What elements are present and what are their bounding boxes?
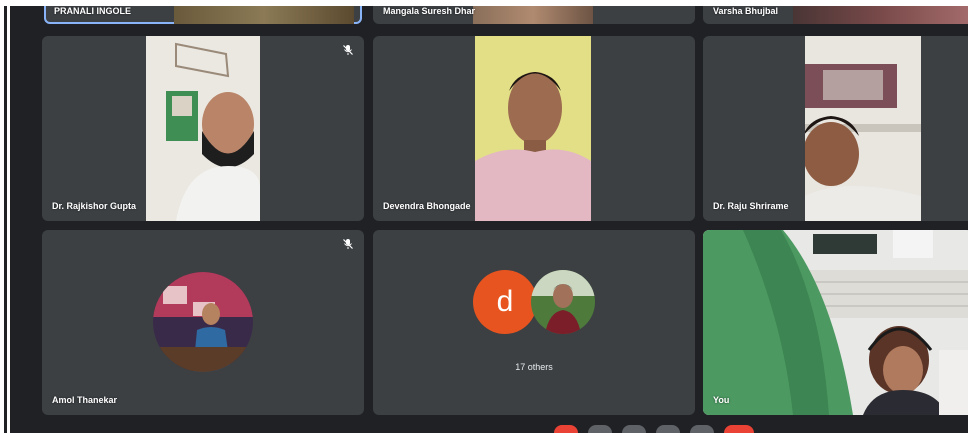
participant-tile-raju[interactable]: Dr. Raju Shrirame [703,36,968,221]
participant-tile-varsha[interactable]: Varsha Bhujbal [703,6,968,24]
control-button[interactable] [554,425,578,433]
screenshot-frame: PRANALI INGOLE Mangala Suresh Dhar Varsh… [0,0,974,433]
participant-video-frame [146,36,260,221]
participant-name: Amol Thanekar [52,395,118,405]
participant-name: Devendra Bhongade [383,201,471,211]
participant-video [146,36,260,221]
participant-name: Dr. Rajkishor Gupta [52,201,137,211]
self-view-tile[interactable]: You [703,230,968,415]
control-button[interactable] [656,425,680,433]
self-video-frame [703,230,968,415]
participant-tile-rajkishor[interactable]: Dr. Rajkishor Gupta [42,36,364,221]
participant-name: Mangala Suresh Dhar [383,6,476,16]
participant-avatar [531,270,595,334]
participant-video-frame [475,36,591,221]
participant-name: PRANALI INGOLE [54,6,132,16]
avatar-photo [153,272,253,372]
window-edge [4,6,7,433]
others-tile[interactable]: d 17 others [373,230,695,415]
participant-name: You [713,395,730,405]
avatar-letter: d [473,270,537,334]
participant-tile-pranali[interactable]: PRANALI INGOLE [44,6,362,24]
mic-off-icon [343,45,353,55]
participant-video [475,36,591,221]
leave-call-button[interactable] [724,425,754,433]
meeting-grid: PRANALI INGOLE Mangala Suresh Dhar Varsh… [10,6,968,433]
participant-video [473,6,593,24]
mic-off-icon [343,239,353,249]
participant-video [805,36,921,221]
control-button[interactable] [690,425,714,433]
participant-video [174,6,354,24]
control-button[interactable] [588,425,612,433]
participant-tile-mangala[interactable]: Mangala Suresh Dhar [373,6,695,24]
self-video [703,230,968,415]
avatar-photo [531,270,595,334]
others-count: 17 others [515,362,553,372]
participant-video-frame [805,36,921,221]
participant-avatar [153,272,253,372]
participant-tile-devendra[interactable]: Devendra Bhongade [373,36,695,221]
participant-name: Varsha Bhujbal [713,6,779,16]
participant-tile-amol[interactable]: Amol Thanekar [42,230,364,415]
participant-video [793,6,968,24]
control-button[interactable] [622,425,646,433]
participant-name: Dr. Raju Shrirame [713,201,789,211]
